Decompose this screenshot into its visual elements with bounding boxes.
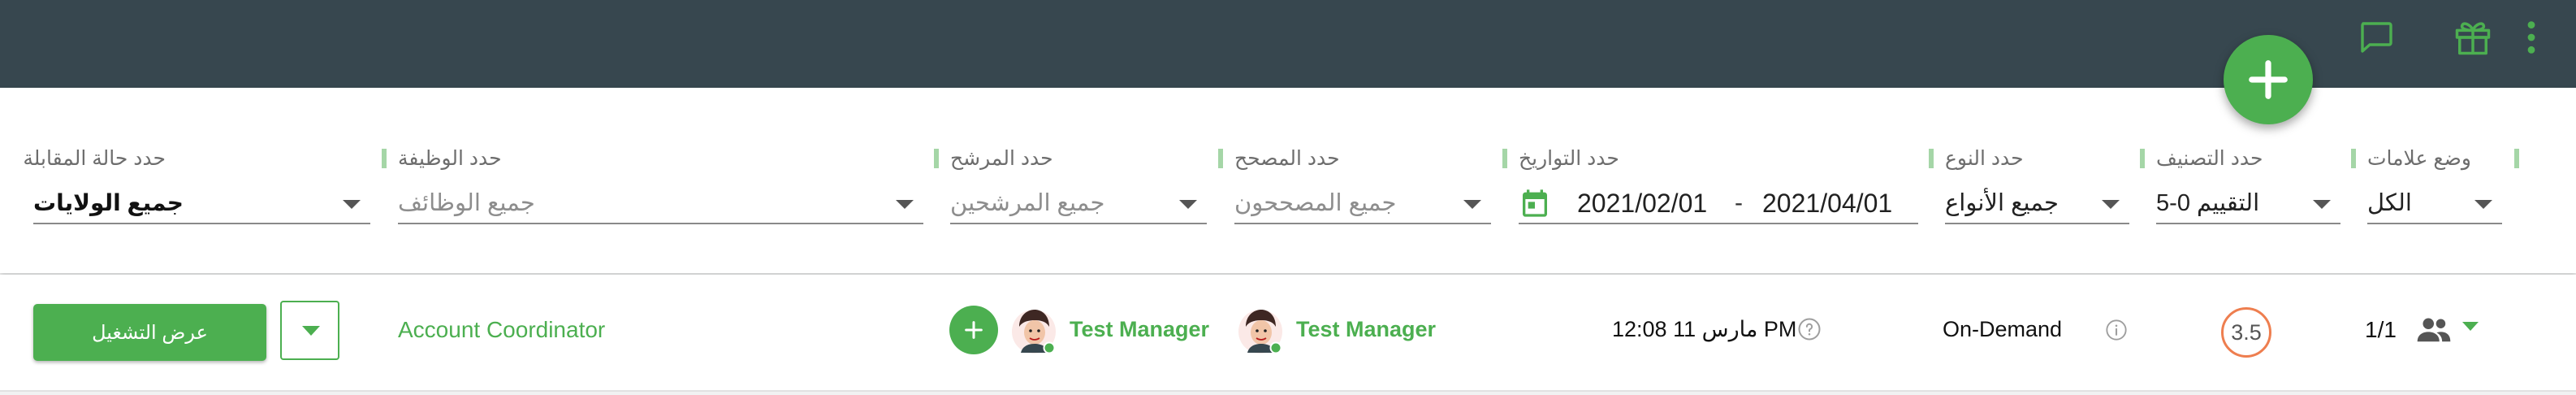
add-candidate-button[interactable] (949, 306, 998, 354)
avatar (1011, 306, 1058, 356)
candidate-name-link[interactable]: Test Manager (1070, 317, 1209, 342)
interview-status-select[interactable]: جميع الولايات (33, 185, 370, 224)
interview-status-value: جميع الولايات (33, 190, 184, 215)
job-select-placeholder: جميع الوظائف (398, 190, 535, 216)
rating-select[interactable]: التقييم 0-5 (2156, 185, 2340, 224)
top-bar (0, 0, 2576, 88)
date-to[interactable]: 2021/04/01 (1762, 185, 1892, 221)
avatar (1238, 306, 1285, 356)
filter-marker (2140, 149, 2145, 168)
filter-marker (2514, 149, 2519, 168)
type-value: جميع الأنواع (1945, 190, 2059, 216)
candidate-filter-label: حدد المرشح (950, 147, 1053, 170)
people-icon (2416, 315, 2452, 347)
row-actions-dropdown[interactable] (280, 301, 339, 360)
chevron-down-icon (1463, 200, 1481, 209)
type-select[interactable]: جميع الأنواع (1945, 185, 2129, 224)
filter-marker (1218, 149, 1223, 168)
calendar-icon[interactable] (1519, 187, 1551, 224)
chevron-down-icon (896, 200, 914, 209)
gift-icon[interactable] (2450, 15, 2496, 60)
score-badge: 3.5 (2221, 307, 2271, 358)
reviewer-filter-label: حدد المصحح (1234, 147, 1340, 170)
chat-bubble-icon[interactable] (2353, 15, 2399, 60)
reviewer-name-link[interactable]: Test Manager (1296, 317, 1436, 342)
dates-filter-label: حدد التواريخ (1519, 147, 1619, 170)
expand-row-icon[interactable] (2462, 322, 2479, 331)
candidate-select-placeholder: جميع المرشحين (950, 190, 1105, 216)
filters-panel: حدد حالة المقابلة جميع الولايات حدد الوظ… (0, 88, 2576, 273)
job-title-link[interactable]: Account Coordinator (398, 317, 605, 343)
rating-value: التقييم 0-5 (2156, 190, 2260, 216)
page-background (0, 392, 2576, 395)
date-separator: - (1735, 189, 1743, 216)
interview-datetime: مارس 11 12:08 PM (1612, 317, 1797, 341)
info-icon[interactable] (2105, 319, 2128, 345)
filter-marker (382, 149, 387, 168)
help-icon[interactable] (1797, 317, 1822, 345)
filter-marker (934, 149, 939, 168)
filter-marker (1502, 149, 1507, 168)
filter-marker (1929, 149, 1934, 168)
add-interview-fab[interactable] (2224, 35, 2313, 124)
table-row[interactable]: عرض التشغيل Account Coordinator Test Man… (0, 275, 2576, 392)
interview-type: On-Demand (1943, 317, 2063, 341)
view-run-button[interactable]: عرض التشغيل (33, 304, 266, 361)
reviews-count: 1/1 (2365, 317, 2397, 342)
reviewer-select[interactable]: جميع المصححون (1234, 185, 1491, 224)
job-filter-label: حدد الوظيفة (398, 147, 502, 170)
chevron-down-icon (1179, 200, 1197, 209)
chevron-down-icon (2102, 200, 2120, 209)
interview-status-filter-label: حدد حالة المقابلة (23, 147, 166, 170)
date-range-picker[interactable]: 2021/02/01 - 2021/04/01 (1519, 185, 1918, 224)
job-select[interactable]: جميع الوظائف (398, 185, 923, 224)
flags-filter-label: وضع علامات (2367, 147, 2471, 170)
type-filter-label: حدد النوع (1945, 147, 2024, 170)
chevron-down-icon (343, 200, 361, 209)
chevron-down-icon (302, 326, 320, 336)
filter-marker (2351, 149, 2356, 168)
date-from[interactable]: 2021/02/01 (1577, 185, 1707, 221)
flags-select[interactable]: الكل (2367, 185, 2502, 224)
flags-value: الكل (2367, 190, 2412, 216)
candidate-select[interactable]: جميع المرشحين (950, 185, 1207, 224)
chevron-down-icon (2313, 200, 2331, 209)
chevron-down-icon (2474, 200, 2492, 209)
rating-filter-label: حدد التصنيف (2156, 147, 2263, 170)
reviewer-select-placeholder: جميع المصححون (1234, 190, 1397, 216)
more-vert-icon[interactable] (2511, 15, 2552, 60)
